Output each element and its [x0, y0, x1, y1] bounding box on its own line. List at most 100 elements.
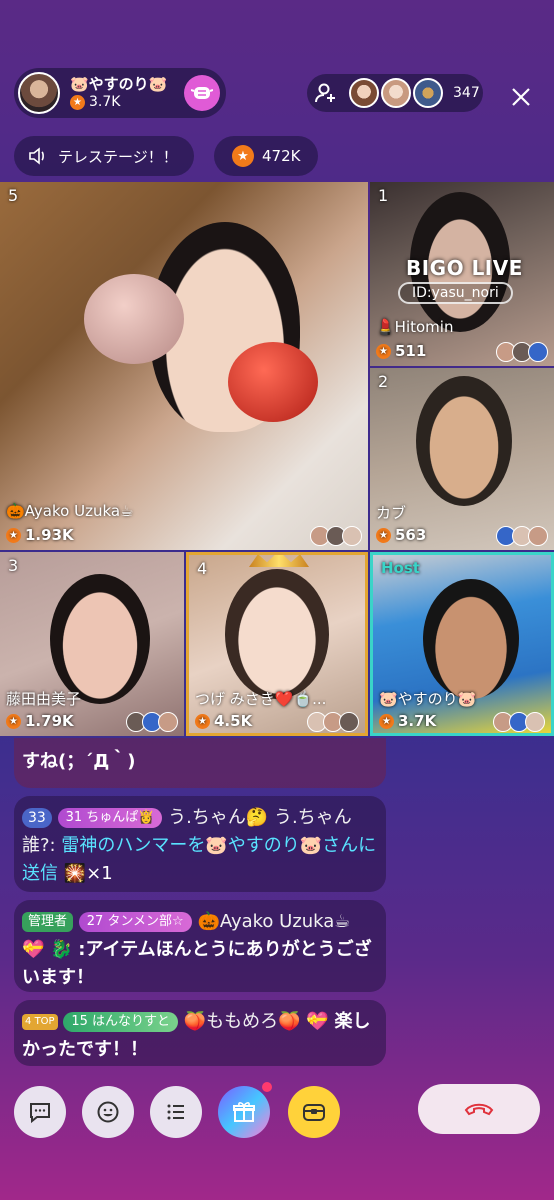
chat-bubble-icon — [30, 1103, 50, 1124]
host-label: Host — [381, 559, 420, 577]
chat-message[interactable]: 管理者 27 タンメン部☆ 🎃Ayako Uzuka☕ 💝 🐉 :アイテムほんと… — [14, 900, 386, 992]
host-points-value: 3.7K — [89, 94, 121, 111]
tile-name: つげ みさき❤️🍵... — [195, 690, 327, 708]
video-feed — [416, 376, 512, 506]
fan-club-name: タンメン部☆ — [107, 914, 184, 929]
tile-fans[interactable] — [126, 712, 178, 732]
list-icon — [167, 1104, 184, 1120]
balloon-image — [84, 274, 184, 364]
crown-icon — [249, 555, 309, 567]
fan-club-level: 31 — [65, 810, 83, 825]
star-icon: ★ — [6, 527, 21, 543]
tile-score: ★ 563 — [376, 526, 426, 544]
tile-fans[interactable] — [496, 342, 548, 362]
host-avatar[interactable] — [18, 72, 60, 114]
fan-club-badge: 27 タンメン部☆ — [78, 912, 192, 932]
chat-button[interactable] — [14, 1086, 66, 1138]
fan-avatar — [525, 712, 545, 732]
viewer-avatar[interactable] — [349, 78, 379, 108]
gift-count: 🎇×1 — [63, 862, 113, 884]
video-feed — [225, 569, 329, 699]
tile-score-value: 3.7K — [398, 712, 437, 730]
emoji-button[interactable] — [82, 1086, 134, 1138]
fan-club-level: 27 — [86, 914, 104, 929]
chat-text: すね(；´Д｀) — [22, 751, 136, 772]
mask-icon — [191, 87, 213, 99]
chat-icons: 💝 🐉 — [22, 938, 73, 960]
tile-score: ★ 3.7K — [379, 712, 436, 730]
tile-number: 2 — [378, 372, 389, 391]
tile-score-value: 4.5K — [214, 712, 253, 730]
tile-number: 3 — [8, 556, 19, 575]
fan-avatar — [342, 526, 362, 546]
star-icon: ★ — [195, 713, 210, 729]
follow-button[interactable] — [184, 75, 220, 111]
fan-avatar — [158, 712, 178, 732]
user-level-badge: 33 — [22, 808, 52, 828]
chat-username[interactable]: う.ちゃん🤔 — [168, 807, 268, 828]
admin-badge: 管理者 — [22, 912, 74, 932]
speaker-icon — [29, 147, 44, 165]
star-icon: ★ — [232, 145, 254, 167]
guest-tile-2[interactable]: 2 カブ ★ 563 — [370, 368, 554, 550]
hang-up-icon — [464, 1103, 494, 1116]
tile-score: ★ 4.5K — [195, 712, 252, 730]
tile-name: カブ — [376, 504, 407, 522]
close-button[interactable] — [506, 82, 536, 112]
fan-avatar — [528, 342, 548, 362]
leave-call-button[interactable] — [418, 1084, 540, 1134]
host-info-pill[interactable]: 🐷やすのり🐷 ★ 3.7K — [14, 68, 226, 118]
star-icon: ★ — [376, 527, 391, 543]
tile-fans[interactable] — [310, 526, 362, 546]
fan-club-badge: 31 ちゅんぱ👸 — [57, 808, 163, 828]
chat-username[interactable]: 🍑ももめろ🍑 — [184, 1011, 301, 1032]
tile-fans[interactable] — [307, 712, 359, 732]
viewer-avatar[interactable] — [381, 78, 411, 108]
chat-message[interactable]: 33 31 ちゅんぱ👸 う.ちゃん🤔 う.ちゃん誰?: 雷神のハンマーを🐷やすの… — [14, 796, 386, 892]
guest-tile-3[interactable]: 3 藤田由美子 ★ 1.79K — [0, 552, 184, 736]
tile-name: 🐷やすのり🐷 — [379, 690, 477, 708]
fan-avatar — [339, 712, 359, 732]
top-rank-badge: 4 TOP — [22, 1014, 58, 1030]
tile-number: 1 — [378, 186, 389, 205]
guest-tile-4[interactable]: 4 つげ みさき❤️🍵... ★ 4.5K — [186, 552, 368, 736]
emoji-icon — [97, 1101, 119, 1123]
gift-button[interactable] — [218, 1086, 270, 1138]
treasure-box-button[interactable] — [288, 1086, 340, 1138]
diamond-pill[interactable]: ★ 472K — [214, 136, 318, 176]
menu-button[interactable] — [150, 1086, 202, 1138]
treasure-box-icon — [303, 1104, 325, 1121]
topic-text: テレステージ！！ — [58, 147, 178, 166]
chat-message[interactable]: すね(；´Д｀) — [14, 738, 386, 788]
watermark-id: ID:yasu_nori — [398, 282, 513, 304]
host-info: 🐷やすのり🐷 ★ 3.7K — [70, 76, 167, 111]
viewer-avatar[interactable] — [413, 78, 443, 108]
video-feed — [50, 574, 150, 704]
tile-name: 💄Hitomin — [376, 318, 454, 336]
guest-tile-5[interactable]: 5 🎃Ayako Uzuka☕ ★ 1.93K — [0, 182, 368, 550]
fan-club-level: 15 — [71, 1014, 88, 1029]
star-icon: ★ — [6, 713, 21, 729]
add-user-icon[interactable] — [309, 76, 343, 110]
gift-icon — [233, 1102, 255, 1122]
fan-club-name: はんなりすと — [92, 1014, 171, 1029]
host-tile[interactable]: Host 🐷やすのり🐷 ★ 3.7K — [370, 552, 554, 736]
chat-message[interactable]: 4 TOP 15 はんなりすと 🍑ももめろ🍑 💝 楽しかったです！！ — [14, 1000, 386, 1066]
close-icon — [512, 88, 530, 106]
top-rank-number: 4 — [25, 1016, 32, 1028]
tile-score-value: 1.79K — [25, 712, 74, 730]
tile-name: 藤田由美子 — [6, 690, 82, 708]
balloon-image — [228, 342, 318, 422]
chat-username[interactable]: 🎃Ayako Uzuka☕ — [197, 911, 350, 932]
diamond-count: 472K — [262, 147, 301, 165]
topic-pill[interactable]: テレステージ！！ — [14, 136, 194, 176]
tile-name: 🎃Ayako Uzuka☕ — [6, 502, 134, 520]
tile-fans[interactable] — [493, 712, 545, 732]
viewers-pill[interactable]: 347 — [307, 74, 483, 112]
host-points: ★ 3.7K — [70, 94, 167, 111]
tile-fans[interactable] — [496, 526, 548, 546]
guest-tile-1[interactable]: BIGO LIVE ID:yasu_nori 1 💄Hitomin ★ 511 — [370, 182, 554, 366]
fan-club-badge: 15 はんなりすと — [63, 1012, 179, 1032]
chat-icons: 💝 — [306, 1011, 329, 1032]
tile-score: ★ 1.93K — [6, 526, 74, 544]
